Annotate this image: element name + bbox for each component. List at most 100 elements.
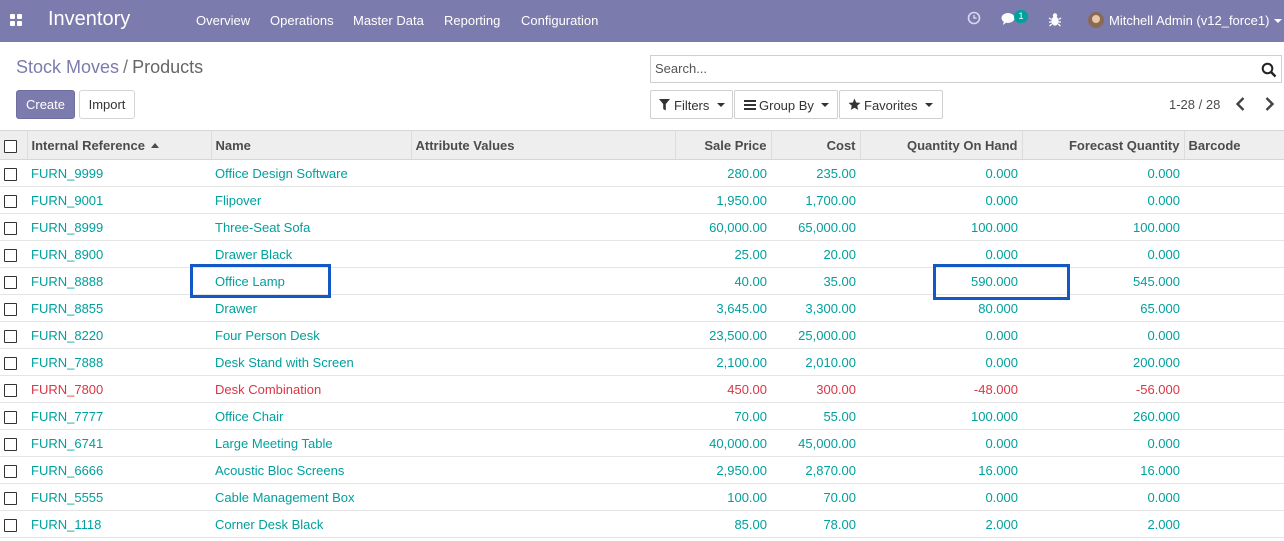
cell-forecast-quantity[interactable]: 65.000 <box>1022 294 1184 322</box>
cell-name[interactable]: Corner Desk Black <box>211 510 411 538</box>
cell-forecast-quantity[interactable]: 0.000 <box>1022 240 1184 268</box>
create-button[interactable]: Create <box>16 90 75 119</box>
cell-attribute-values[interactable] <box>411 267 675 295</box>
cell-attribute-values[interactable] <box>411 348 675 376</box>
cell-sale-price[interactable]: 23,500.00 <box>675 321 771 349</box>
cell-cost[interactable]: 45,000.00 <box>771 429 860 457</box>
cell-quantity-on-hand[interactable]: 100.000 <box>860 213 1022 241</box>
row-checkbox[interactable] <box>4 275 17 289</box>
cell-internal-reference[interactable]: FURN_8888 <box>27 267 211 295</box>
cell-barcode[interactable] <box>1184 213 1284 241</box>
cell-barcode[interactable] <box>1184 348 1284 376</box>
cell-quantity-on-hand[interactable]: 0.000 <box>860 483 1022 511</box>
table-row[interactable]: FURN_7777 Office Chair 70.00 55.00 100.000 26… <box>0 402 1284 430</box>
cell-cost[interactable]: 20.00 <box>771 240 860 268</box>
cell-barcode[interactable] <box>1184 321 1284 349</box>
cell-attribute-values[interactable] <box>411 402 675 430</box>
table-row[interactable]: FURN_6741 Large Meeting Table 40,000.00 45,… <box>0 429 1284 457</box>
cell-name[interactable]: Drawer <box>211 294 411 322</box>
table-row[interactable]: FURN_8220 Four Person Desk 23,500.00 25,000… <box>0 321 1284 349</box>
cell-name[interactable]: Desk Combination <box>211 375 411 403</box>
column-header-forecast-quantity[interactable]: Forecast Quantity <box>1022 130 1185 160</box>
cell-barcode[interactable] <box>1184 429 1284 457</box>
apps-grid-icon[interactable] <box>10 14 24 28</box>
breadcrumb-stock-moves[interactable]: Stock Moves <box>16 57 119 77</box>
menu-overview[interactable]: Overview <box>196 13 250 28</box>
cell-sale-price[interactable]: 3,645.00 <box>675 294 771 322</box>
select-all-checkbox[interactable] <box>4 139 17 153</box>
cell-internal-reference[interactable]: FURN_1118 <box>27 510 211 538</box>
cell-quantity-on-hand[interactable]: 80.000 <box>860 294 1022 322</box>
cell-name[interactable]: Office Lamp <box>211 267 411 295</box>
cell-attribute-values[interactable] <box>411 213 675 241</box>
cell-barcode[interactable] <box>1184 294 1284 322</box>
cell-barcode[interactable] <box>1184 510 1284 538</box>
cell-sale-price[interactable]: 70.00 <box>675 402 771 430</box>
cell-cost[interactable]: 35.00 <box>771 267 860 295</box>
cell-name[interactable]: Flipover <box>211 186 411 214</box>
cell-quantity-on-hand[interactable]: 590.000 <box>860 267 1022 295</box>
menu-configuration[interactable]: Configuration <box>521 13 598 28</box>
cell-forecast-quantity[interactable]: 0.000 <box>1022 159 1184 187</box>
menu-master-data[interactable]: Master Data <box>353 13 424 28</box>
cell-quantity-on-hand[interactable]: 0.000 <box>860 186 1022 214</box>
app-title[interactable]: Inventory <box>48 8 130 31</box>
cell-barcode[interactable] <box>1184 186 1284 214</box>
search-icon[interactable] <box>1261 62 1277 78</box>
cell-cost[interactable]: 2,870.00 <box>771 456 860 484</box>
cell-cost[interactable]: 25,000.00 <box>771 321 860 349</box>
cell-internal-reference[interactable]: FURN_7888 <box>27 348 211 376</box>
cell-attribute-values[interactable] <box>411 159 675 187</box>
row-checkbox[interactable] <box>4 437 17 451</box>
cell-forecast-quantity[interactable]: 0.000 <box>1022 186 1184 214</box>
cell-sale-price[interactable]: 2,950.00 <box>675 456 771 484</box>
chevron-down-icon[interactable] <box>1274 19 1282 23</box>
cell-internal-reference[interactable]: FURN_6741 <box>27 429 211 457</box>
cell-sale-price[interactable]: 40,000.00 <box>675 429 771 457</box>
table-row[interactable]: FURN_1118 Corner Desk Black 85.00 78.00 2.00… <box>0 510 1284 538</box>
cell-attribute-values[interactable] <box>411 321 675 349</box>
cell-barcode[interactable] <box>1184 456 1284 484</box>
row-checkbox[interactable] <box>4 221 17 235</box>
bug-icon[interactable] <box>1048 12 1062 27</box>
import-button[interactable]: Import <box>79 90 135 119</box>
cell-forecast-quantity[interactable]: 100.000 <box>1022 213 1184 241</box>
cell-forecast-quantity[interactable]: 200.000 <box>1022 348 1184 376</box>
cell-sale-price[interactable]: 85.00 <box>675 510 771 538</box>
user-menu-label[interactable]: Mitchell Admin (v12_force1) <box>1109 13 1269 28</box>
cell-cost[interactable]: 2,010.00 <box>771 348 860 376</box>
cell-cost[interactable]: 300.00 <box>771 375 860 403</box>
table-row[interactable]: FURN_6666 Acoustic Bloc Screens 2,950.00 2,… <box>0 456 1284 484</box>
cell-barcode[interactable] <box>1184 402 1284 430</box>
favorites-button[interactable]: Favorites <box>839 90 943 119</box>
cell-sale-price[interactable]: 280.00 <box>675 159 771 187</box>
row-checkbox[interactable] <box>4 464 17 478</box>
cell-forecast-quantity[interactable]: 0.000 <box>1022 483 1184 511</box>
cell-attribute-values[interactable] <box>411 429 675 457</box>
cell-barcode[interactable] <box>1184 375 1284 403</box>
cell-cost[interactable]: 78.00 <box>771 510 860 538</box>
column-header-attribute-values[interactable]: Attribute Values <box>411 130 676 160</box>
cell-name[interactable]: Drawer Black <box>211 240 411 268</box>
cell-quantity-on-hand[interactable]: -48.000 <box>860 375 1022 403</box>
search-input[interactable] <box>655 61 1245 76</box>
cell-quantity-on-hand[interactable]: 16.000 <box>860 456 1022 484</box>
cell-name[interactable]: Office Chair <box>211 402 411 430</box>
table-row[interactable]: FURN_5555 Cable Management Box 100.00 70.00… <box>0 483 1284 511</box>
cell-quantity-on-hand[interactable]: 100.000 <box>860 402 1022 430</box>
table-row[interactable]: FURN_7888 Desk Stand with Screen 2,100.00 2… <box>0 348 1284 376</box>
cell-attribute-values[interactable] <box>411 483 675 511</box>
column-header-name[interactable]: Name <box>211 130 412 160</box>
cell-cost[interactable]: 65,000.00 <box>771 213 860 241</box>
row-checkbox[interactable] <box>4 356 17 370</box>
cell-quantity-on-hand[interactable]: 0.000 <box>860 429 1022 457</box>
cell-internal-reference[interactable]: FURN_9001 <box>27 186 211 214</box>
column-header-internal-reference[interactable]: Internal Reference <box>27 130 212 160</box>
row-checkbox[interactable] <box>4 248 17 262</box>
cell-name[interactable]: Large Meeting Table <box>211 429 411 457</box>
column-header-quantity-on-hand[interactable]: Quantity On Hand <box>860 130 1023 160</box>
cell-internal-reference[interactable]: FURN_8900 <box>27 240 211 268</box>
row-checkbox[interactable] <box>4 383 17 397</box>
cell-name[interactable]: Cable Management Box <box>211 483 411 511</box>
cell-attribute-values[interactable] <box>411 294 675 322</box>
